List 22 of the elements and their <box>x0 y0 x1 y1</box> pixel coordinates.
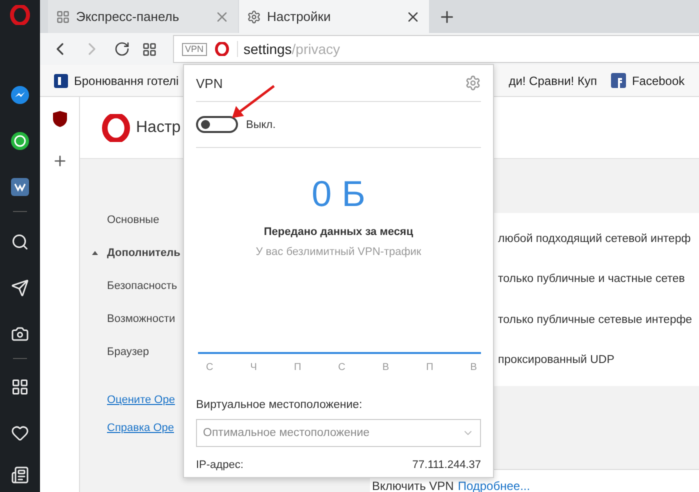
ip-label: IP-адрес: <box>196 459 244 471</box>
footer-text: Включить VPN <box>372 480 454 492</box>
day-label: С <box>338 362 346 373</box>
option-label: любой подходящий сетевой интерф <box>498 233 692 246</box>
day-label: С <box>206 362 214 373</box>
switch-label: Выкл. <box>246 118 276 130</box>
day-label: В <box>470 362 477 373</box>
option-label: только публичные сетевые интерфе <box>498 314 694 326</box>
ip-address: 77.111.244.37 <box>412 459 481 471</box>
traffic-note: У вас безлимитный VPN-трафик <box>254 246 422 258</box>
page-title: Настр <box>136 118 181 136</box>
day-label: П <box>426 362 434 373</box>
location-label: Виртуальное местоположение: <box>196 399 364 411</box>
day-label: П <box>294 362 302 373</box>
amount-caption: Передано данных за месяц <box>262 226 414 238</box>
option-label: только публичные и частные сетев <box>498 273 686 286</box>
option-label: проксированный UDP <box>498 354 616 366</box>
url-text: settings/privacy <box>236 41 340 57</box>
day-label: В <box>382 362 390 373</box>
popup-title: VPN <box>196 76 223 90</box>
day-label: Ч <box>250 362 257 373</box>
data-amount: 0 Б <box>310 174 366 214</box>
